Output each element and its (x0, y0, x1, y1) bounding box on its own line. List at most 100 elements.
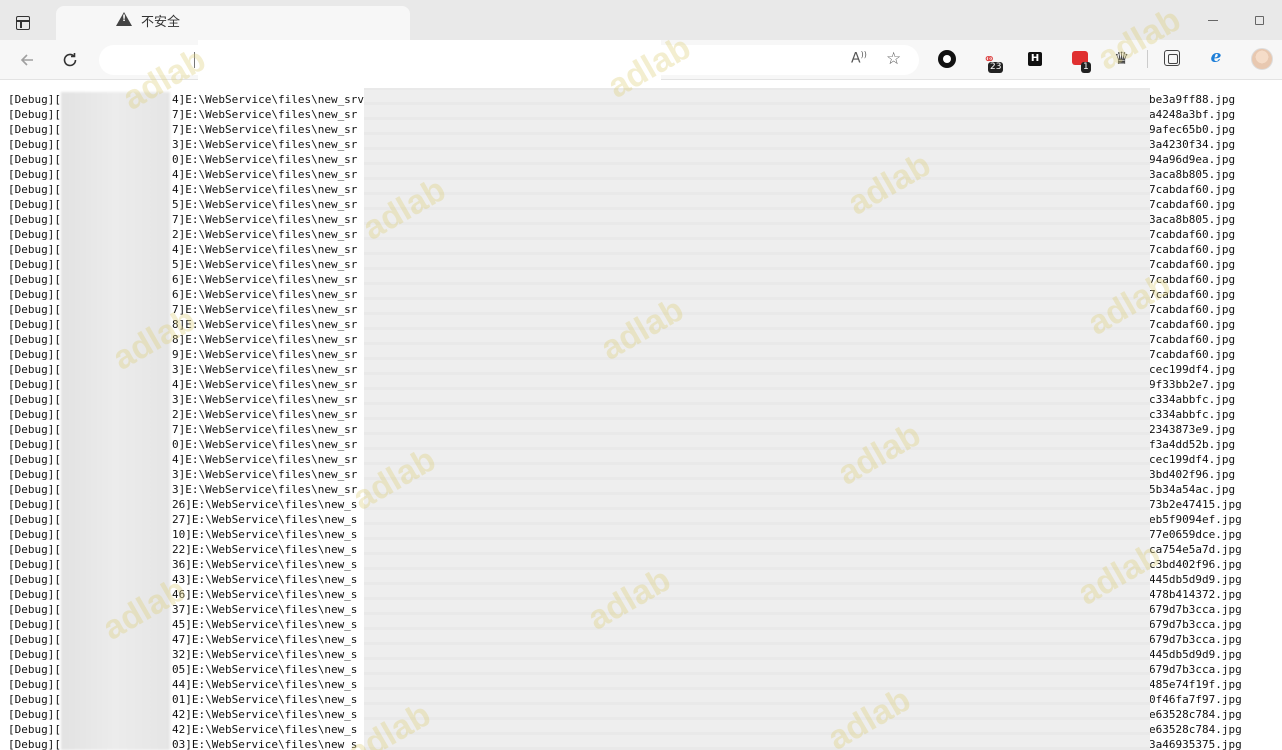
log-file: 7cabdaf60.jpg (1149, 273, 1236, 286)
extensions-puzzle-icon[interactable]: ♛ (1114, 49, 1132, 69)
log-file: f3a4dd52b.jpg (1149, 438, 1236, 451)
log-path: 7]E:\WebService\files\new_sr (172, 423, 358, 436)
log-file: 3a4230f34.jpg (1149, 138, 1236, 151)
log-file: 3aca8b805.jpg (1149, 213, 1236, 226)
log-prefix: [Debug][ (8, 648, 61, 661)
log-path: 2]E:\WebService\files\new_sr (172, 228, 358, 241)
log-path: 5]E:\WebService\files\new_sr (172, 258, 358, 271)
log-prefix: [Debug][ (8, 228, 61, 241)
log-path: 7]E:\WebService\files\new_sr (172, 123, 358, 136)
log-path: 43]E:\WebService\files\new_s (172, 573, 358, 586)
log-prefix: [Debug][ (8, 453, 61, 466)
log-file: 445db5d9d9.jpg (1149, 648, 1242, 661)
log-path: 7]E:\WebService\files\new_sr (172, 213, 358, 226)
log-path: 6]E:\WebService\files\new_sr (172, 288, 358, 301)
log-path: 26]E:\WebService\files\new_s (172, 498, 358, 511)
log-file: cec199df4.jpg (1149, 363, 1236, 376)
log-prefix: [Debug][ (8, 333, 61, 346)
log-file: e63528c784.jpg (1149, 708, 1242, 721)
log-prefix: [Debug][ (8, 108, 61, 121)
add-favorite-icon[interactable]: ☆ (886, 49, 901, 69)
log-prefix: [Debug][ (8, 258, 61, 271)
collections-icon[interactable] (1164, 50, 1180, 66)
log-path: 22]E:\WebService\files\new_s (172, 543, 358, 556)
log-prefix: [Debug][ (8, 693, 61, 706)
log-file: 445db5d9d9.jpg (1149, 573, 1242, 586)
profile-avatar[interactable] (1251, 48, 1273, 70)
log-file: 7cabdaf60.jpg (1149, 348, 1236, 361)
log-file: 7cabdaf60.jpg (1149, 243, 1236, 256)
log-prefix: [Debug][ (8, 483, 61, 496)
log-path: 05]E:\WebService\files\new_s (172, 663, 358, 676)
log-path: 37]E:\WebService\files\new_s (172, 603, 358, 616)
log-path: 4]E:\WebService\files\new_sr (172, 243, 358, 256)
log-path: 4]E:\WebService\files\new_sr (172, 183, 358, 196)
log-prefix: [Debug][ (8, 633, 61, 646)
log-file: cec199df4.jpg (1149, 453, 1236, 466)
log-file: eb5f9094ef.jpg (1149, 513, 1242, 526)
extension-badge: 1 (1081, 62, 1091, 73)
warning-icon[interactable] (116, 12, 132, 26)
log-path: 45]E:\WebService\files\new_s (172, 618, 358, 631)
log-path: 0]E:\WebService\files\new_sr (172, 153, 358, 166)
active-tab[interactable] (56, 6, 410, 40)
log-prefix: [Debug][ (8, 168, 61, 181)
log-path: 46]E:\WebService\files\new_s (172, 588, 358, 601)
log-prefix: [Debug][ (8, 213, 61, 226)
h-extension-icon[interactable]: H (1028, 52, 1042, 66)
log-path: 3]E:\WebService\files\new_sr (172, 483, 358, 496)
log-prefix: [Debug][ (8, 498, 61, 511)
log-file: 7cabdaf60.jpg (1149, 198, 1236, 211)
back-arrow-icon (20, 54, 33, 66)
log-path: 4]E:\WebService\files\new_sr (172, 168, 358, 181)
log-prefix: [Debug][ (8, 438, 61, 451)
log-prefix: [Debug][ (8, 513, 61, 526)
log-path: 03]E:\WebService\files\new_s (172, 738, 358, 750)
log-prefix: [Debug][ (8, 288, 61, 301)
log-path: 2]E:\WebService\files\new_sr (172, 408, 358, 421)
maximize-button[interactable] (1236, 0, 1282, 40)
log-file: 9f33bb2e7.jpg (1149, 378, 1236, 391)
log-prefix: [Debug][ (8, 678, 61, 691)
reload-button[interactable] (58, 48, 82, 72)
log-file: c334abbfc.jpg (1149, 393, 1236, 406)
address-separator (194, 52, 195, 68)
maximize-icon (1254, 15, 1264, 25)
security-indicator[interactable]: 不安全 (141, 11, 180, 30)
ie-mode-icon[interactable]: e (1207, 48, 1225, 66)
log-path: 3]E:\WebService\files\new_sr (172, 138, 358, 151)
log-file: 0f46fa7f97.jpg (1149, 693, 1242, 706)
log-path: 4]E:\WebService\files\new_sr (172, 378, 358, 391)
log-prefix: [Debug][ (8, 408, 61, 421)
log-path: 42]E:\WebService\files\new_s (172, 723, 358, 736)
read-aloud-icon[interactable]: A)) (851, 50, 867, 67)
log-prefix: [Debug][ (8, 273, 61, 286)
log-path: 47]E:\WebService\files\new_s (172, 633, 358, 646)
redacted-url (198, 40, 661, 88)
back-button[interactable] (15, 48, 39, 72)
log-prefix: [Debug][ (8, 468, 61, 481)
log-prefix: [Debug][ (8, 348, 61, 361)
log-path: 4]E:\WebService\files\new_srv (172, 93, 365, 106)
log-file: ca754e5a7d.jpg (1149, 543, 1242, 556)
minimize-button[interactable] (1190, 0, 1236, 40)
log-path: 7]E:\WebService\files\new_sr (172, 108, 358, 121)
log-prefix: [Debug][ (8, 153, 61, 166)
reload-icon (63, 53, 77, 67)
window-controls (1190, 0, 1282, 40)
circle-extension-icon[interactable] (938, 50, 956, 68)
log-file: 5b34a54ac.jpg (1149, 483, 1236, 496)
log-file: 7cabdaf60.jpg (1149, 318, 1236, 331)
log-prefix: [Debug][ (8, 603, 61, 616)
log-prefix: [Debug][ (8, 393, 61, 406)
tab-actions-icon[interactable] (16, 16, 30, 30)
log-prefix: [Debug][ (8, 183, 61, 196)
log-prefix: [Debug][ (8, 618, 61, 631)
redacted-paths (364, 88, 1150, 750)
log-file: 679d7b3cca.jpg (1149, 633, 1242, 646)
log-prefix: [Debug][ (8, 738, 61, 750)
log-path: 3]E:\WebService\files\new_sr (172, 363, 358, 376)
log-file: 9afec65b0.jpg (1149, 123, 1236, 136)
log-path: 9]E:\WebService\files\new_sr (172, 348, 358, 361)
log-file: 679d7b3cca.jpg (1149, 663, 1242, 676)
